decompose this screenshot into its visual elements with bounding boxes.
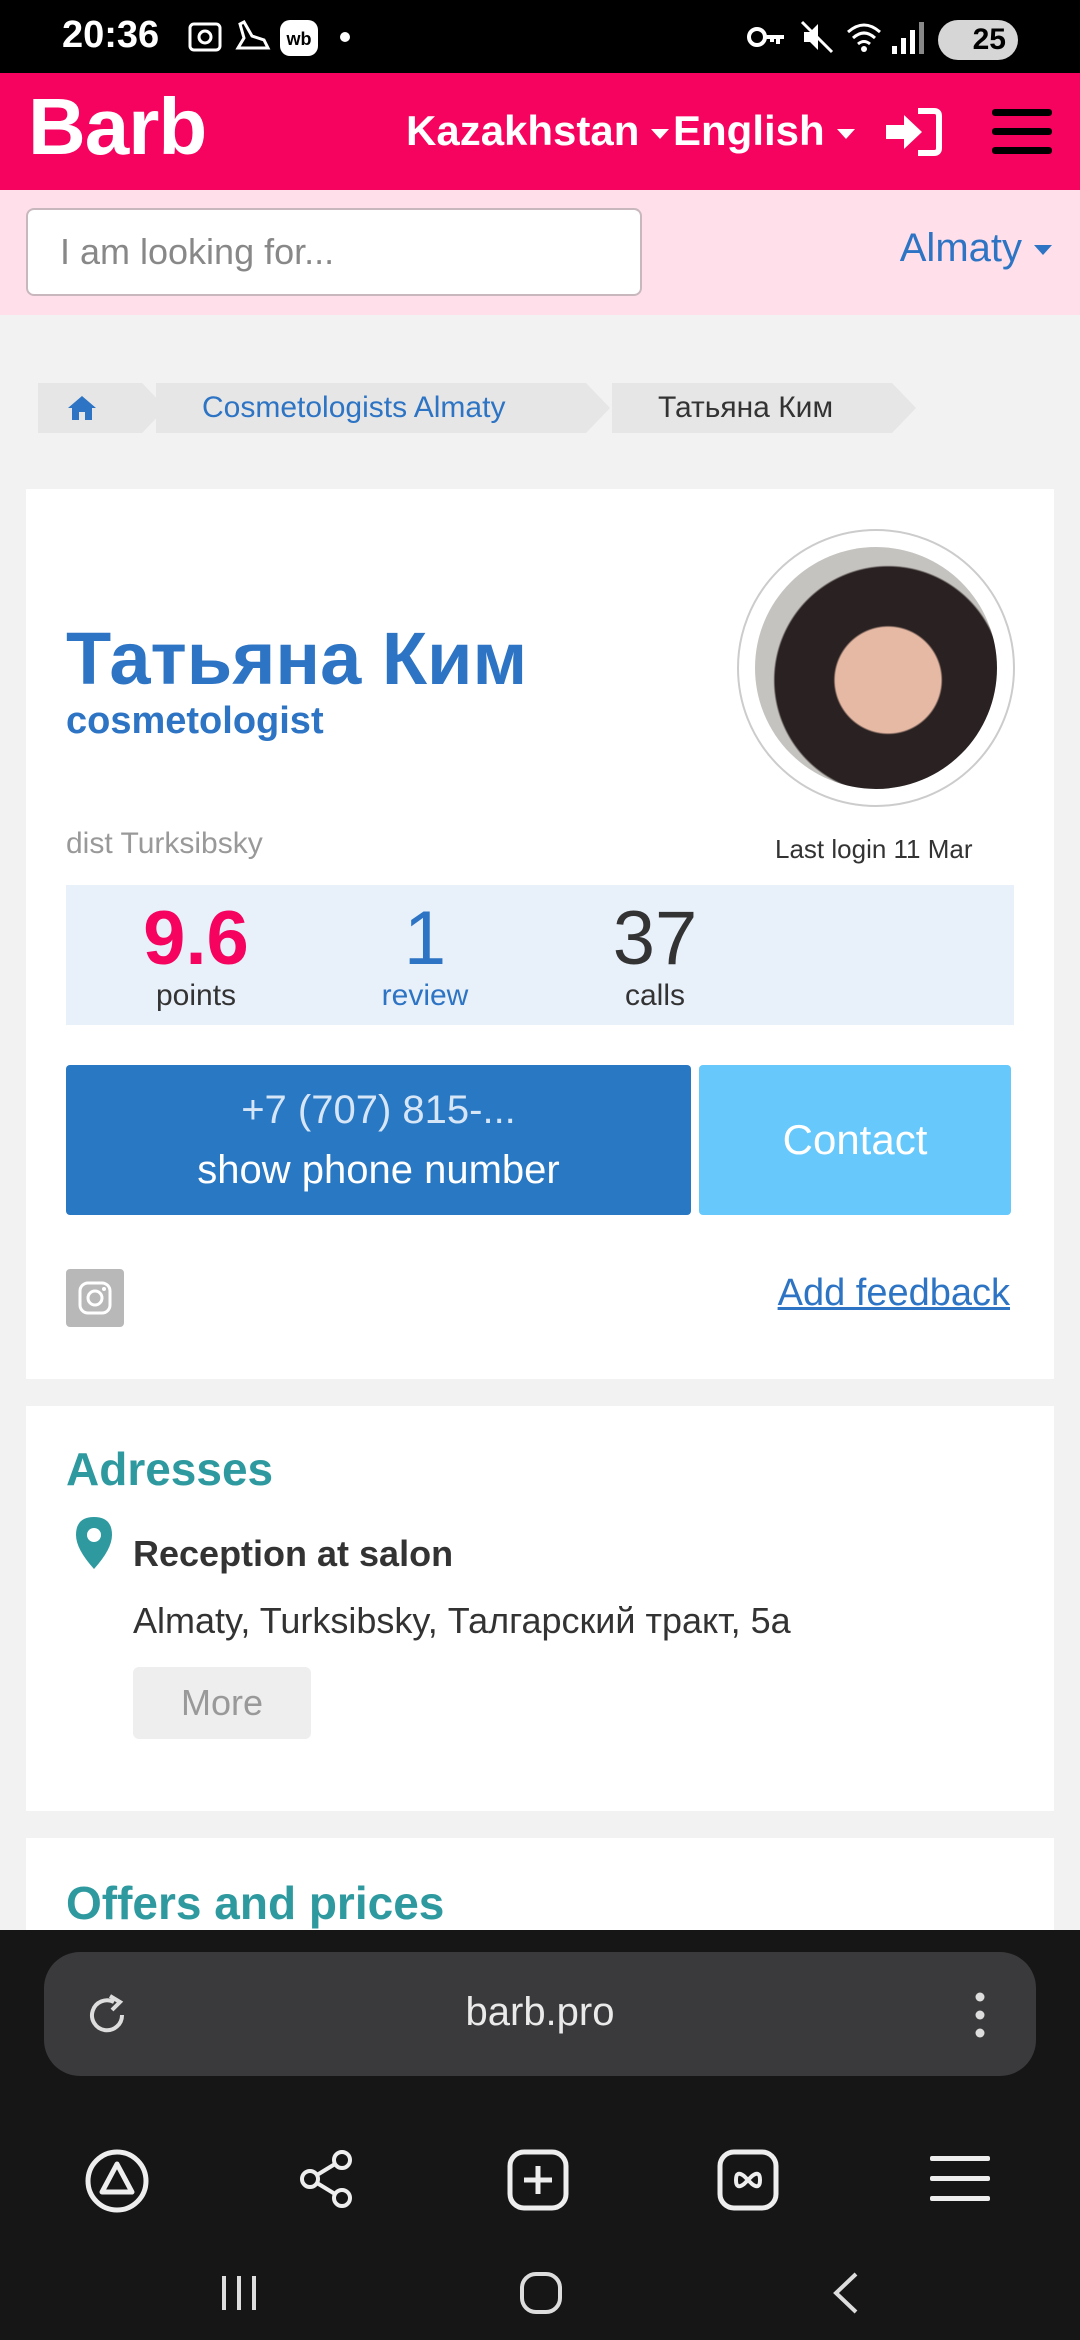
- city-label: Almaty: [899, 226, 1022, 270]
- status-bar: 20:36 wb 25: [0, 0, 1080, 73]
- login-icon[interactable]: [884, 107, 942, 157]
- battery-indicator: 25: [938, 20, 1018, 60]
- stat-reviews[interactable]: 1 review: [325, 899, 525, 1013]
- language-selector[interactable]: English: [673, 107, 855, 155]
- more-options-icon[interactable]: [972, 1990, 988, 2040]
- phone-action-label: show phone number: [197, 1148, 560, 1192]
- city-selector[interactable]: Almaty: [900, 226, 1052, 271]
- browser-home-icon[interactable]: [84, 2148, 150, 2214]
- chevron-down-icon: [1034, 245, 1052, 256]
- calls-label: calls: [624, 979, 685, 1012]
- country-selector[interactable]: Kazakhstan: [406, 107, 670, 155]
- reviews-value: 1: [403, 896, 447, 981]
- recent-apps-icon[interactable]: [216, 2270, 262, 2316]
- shoe-icon: [235, 20, 271, 50]
- points-value: 9.6: [143, 896, 249, 981]
- mute-icon: [800, 20, 834, 54]
- url-text: barb.pro: [465, 1990, 615, 2034]
- location-pin-icon: [76, 1517, 112, 1569]
- address-text: Almaty, Turksibsky, Талгарский тракт, 5а: [133, 1600, 791, 1641]
- last-login: Last login 11 Mar: [775, 834, 973, 864]
- stat-calls: 37 calls: [555, 899, 755, 1013]
- browser-toolbar: barb.pro: [0, 1930, 1080, 2340]
- chevron-down-icon: [836, 128, 855, 139]
- more-button[interactable]: More: [133, 1667, 311, 1739]
- avatar: [737, 529, 1015, 807]
- show-phone-button[interactable]: +7 (707) 815-... show phone number: [66, 1065, 691, 1215]
- avatar-photo: [755, 547, 997, 789]
- home-button-icon[interactable]: [518, 2270, 564, 2316]
- address-type: Reception at salon: [133, 1533, 454, 1574]
- search-input[interactable]: [26, 208, 642, 296]
- offers-title: Offers and prices: [66, 1877, 445, 1929]
- district-label: dist Turksibsky: [66, 827, 263, 860]
- address-bar[interactable]: barb.pro: [44, 1952, 1036, 2076]
- new-tab-icon[interactable]: [506, 2148, 570, 2212]
- hamburger-menu-icon[interactable]: [990, 105, 1054, 159]
- home-icon: [68, 396, 96, 420]
- language-label: English: [673, 107, 825, 154]
- reviews-label: review: [381, 979, 469, 1012]
- country-label: Kazakhstan: [406, 107, 640, 154]
- add-feedback-link[interactable]: Add feedback: [778, 1272, 1010, 1315]
- contact-button[interactable]: Contact: [699, 1065, 1011, 1215]
- svg-text:wb: wb: [286, 29, 312, 49]
- breadcrumb-category[interactable]: Cosmetologists Almaty: [156, 383, 610, 433]
- site-header: Barb Kazakhstan English: [0, 73, 1080, 190]
- chevron-down-icon: [651, 128, 670, 139]
- phone-masked: +7 (707) 815-...: [241, 1088, 516, 1132]
- screenshot-icon: [188, 22, 222, 52]
- status-time: 20:36: [62, 14, 160, 56]
- points-label: points: [155, 979, 237, 1012]
- instagram-icon[interactable]: [66, 1269, 124, 1327]
- breadcrumb-home[interactable]: [38, 383, 166, 433]
- addresses-title: Adresses: [66, 1443, 274, 1495]
- specialist-profession[interactable]: cosmetologist: [66, 700, 324, 743]
- browser-menu-icon[interactable]: [928, 2152, 992, 2206]
- notification-dot-icon: [340, 32, 350, 42]
- specialist-name: Татьяна Ким: [66, 617, 528, 700]
- search-bar: Almaty: [0, 190, 1080, 315]
- wb-app-icon: wb: [280, 20, 318, 56]
- vpn-key-icon: [747, 27, 784, 47]
- wifi-icon: [847, 23, 881, 52]
- back-icon[interactable]: [824, 2270, 870, 2316]
- tabs-icon[interactable]: [716, 2148, 780, 2212]
- calls-value: 37: [612, 896, 698, 981]
- share-icon[interactable]: [296, 2148, 358, 2210]
- breadcrumb-current: Татьяна Ким: [612, 383, 916, 433]
- stat-points: 9.6 points: [96, 899, 296, 1013]
- stats-panel: 9.6 points 1 review 37 calls: [66, 885, 1014, 1025]
- signal-icon: [892, 22, 924, 54]
- site-logo[interactable]: Barb: [28, 81, 207, 173]
